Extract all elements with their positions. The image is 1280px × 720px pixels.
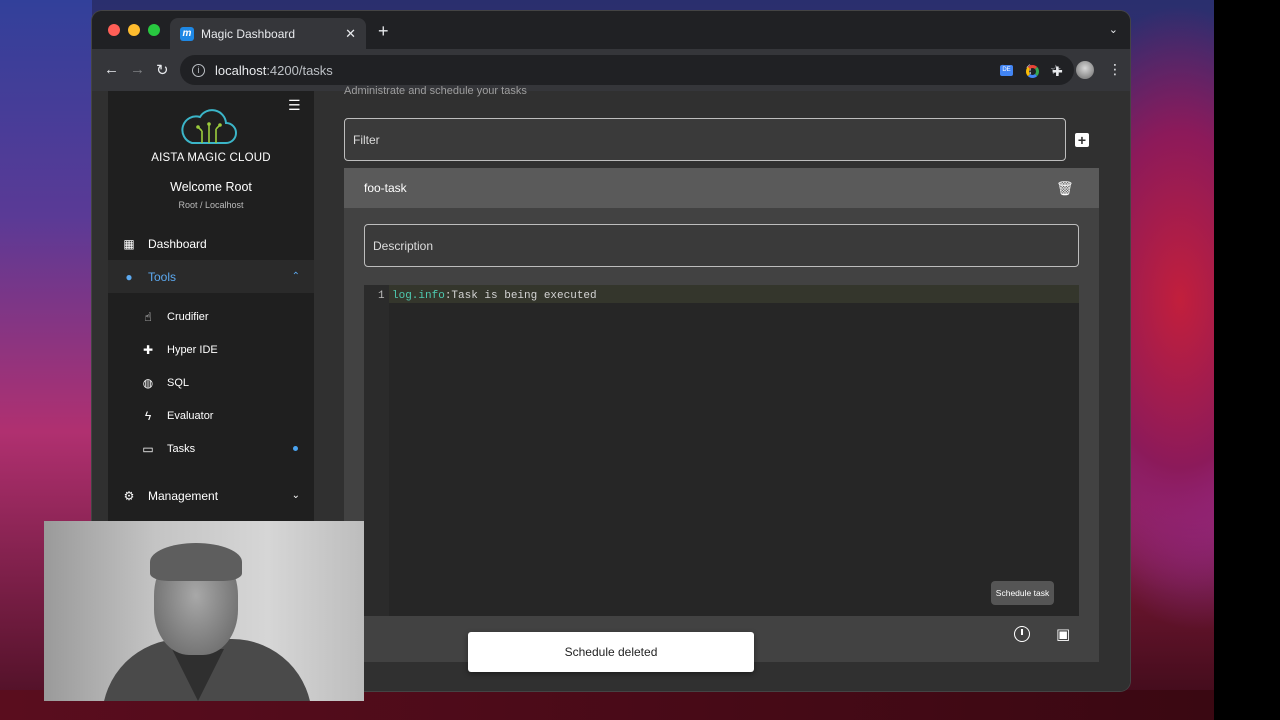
sidebar-item-evaluator[interactable]: ϟ Evaluator — [108, 399, 314, 432]
minimize-window-button[interactable] — [128, 24, 140, 36]
sidebar-item-tools[interactable]: ● Tools ⌃ — [108, 260, 314, 293]
webcam-overlay — [44, 521, 364, 701]
code-editor[interactable]: 1 log.info:Task is being executed — [364, 285, 1079, 616]
browser-toolbar: ← → ↻ i localhost:4200/tasks ⚷ ⇪ ☆ DE ✚ … — [92, 49, 1130, 91]
extension-translate-icon[interactable]: DE — [1000, 65, 1013, 76]
collapse-menu-icon[interactable]: ☰ — [288, 97, 301, 114]
welcome-text: Welcome Root — [170, 180, 252, 194]
sidebar-item-sql[interactable]: ◍ SQL — [108, 366, 314, 399]
forward-icon[interactable]: → — [130, 61, 145, 78]
hand-pointer-icon: ☝ — [144, 309, 152, 324]
add-task-button[interactable]: + — [1075, 133, 1089, 147]
letterbox-right — [1214, 0, 1280, 720]
description-input[interactable]: Description — [364, 224, 1079, 267]
delete-task-icon[interactable]: 🗑 — [1056, 180, 1074, 197]
presenter-hair — [150, 543, 242, 581]
url-text: localhost:4200/tasks — [215, 62, 333, 78]
chevron-up-icon: ⌃ — [291, 271, 300, 282]
bolt-icon: ϟ — [144, 408, 152, 423]
tab-bar: m Magic Dashboard ✕ + ⌄ — [92, 11, 1130, 49]
people-settings-icon: ⚙ — [123, 488, 135, 503]
site-info-icon[interactable]: i — [192, 63, 205, 77]
sidebar-item-crudifier[interactable]: ☝ Crudifier — [108, 300, 314, 333]
magic-favicon-icon: m — [180, 26, 194, 41]
user-context: Root / Localhost — [178, 200, 244, 210]
profile-avatar[interactable] — [1076, 61, 1094, 79]
browser-tab[interactable]: m Magic Dashboard ✕ — [170, 18, 366, 49]
dashboard-icon: ▦ — [123, 236, 135, 251]
back-icon[interactable]: ← — [104, 61, 119, 78]
close-window-button[interactable] — [108, 24, 120, 36]
sidebar-item-hyper-ide[interactable]: ✚ Hyper IDE — [108, 333, 314, 366]
task-name: foo-task — [364, 181, 407, 195]
extensions-puzzle-icon[interactable]: ✚ — [1052, 64, 1063, 80]
code-line: log.info:Task is being executed — [392, 290, 597, 302]
save-icon[interactable]: ▣ — [1056, 625, 1070, 643]
puzzle-icon: ✚ — [142, 342, 154, 357]
editor-gutter — [364, 285, 389, 616]
sidebar-item-label: Crudifier — [167, 310, 209, 323]
new-tab-icon[interactable]: + — [378, 21, 389, 42]
globe-icon: ◍ — [142, 375, 154, 390]
sidebar-item-tasks[interactable]: ▭ Tasks — [108, 432, 314, 465]
filter-input[interactable]: Filter — [344, 118, 1066, 161]
task-expansion-panel: foo-task 🗑 Description 1 log.info:Task i… — [344, 168, 1099, 662]
brand-name: AISTA MAGIC CLOUD — [151, 152, 271, 164]
line-number: 1 — [378, 290, 385, 302]
address-bar[interactable]: i localhost:4200/tasks ⚷ ⇪ ☆ — [180, 55, 1074, 85]
sidebar-item-management[interactable]: ⚙ Management ⌄ — [108, 479, 314, 512]
schedule-task-tooltip: Schedule task — [991, 581, 1054, 605]
tab-title: Magic Dashboard — [201, 26, 296, 41]
sidebar-item-label: SQL — [167, 376, 190, 389]
main-content: Administrate and schedule your tasks Fil… — [344, 85, 1114, 691]
sidebar-item-label: Tools — [148, 269, 177, 284]
active-indicator-dot — [293, 446, 298, 451]
task-panel-header[interactable]: foo-task — [344, 168, 1099, 208]
extension-color-ring-icon[interactable] — [1026, 65, 1039, 78]
chevron-down-icon: ⌄ — [291, 490, 300, 501]
sidebar-item-label: Tasks — [167, 442, 196, 455]
sidebar-item-label: Evaluator — [167, 409, 214, 422]
tab-search-chevron-icon[interactable]: ⌄ — [1109, 23, 1118, 36]
sidebar-item-dashboard[interactable]: ▦ Dashboard — [108, 227, 314, 260]
maximize-window-button[interactable] — [148, 24, 160, 36]
schedule-clock-icon[interactable] — [1014, 626, 1030, 642]
sidebar-item-label: Dashboard — [148, 236, 207, 251]
calendar-icon: ▭ — [142, 441, 154, 456]
reload-icon[interactable]: ↻ — [156, 61, 169, 79]
page-subtitle: Administrate and schedule your tasks — [344, 85, 527, 97]
sidebar-item-label: Management — [148, 488, 219, 503]
browser-menu-icon[interactable]: ⋮ — [1108, 61, 1122, 78]
cloud-logo-icon — [181, 109, 237, 144]
tools-icon: ● — [125, 269, 133, 284]
sidebar: ☰ AISTA MAGIC CLOUD Welcome Root Root / … — [108, 91, 314, 531]
sidebar-item-label: Hyper IDE — [167, 343, 218, 356]
snackbar: Schedule deleted — [468, 632, 754, 672]
close-tab-icon[interactable]: ✕ — [345, 26, 356, 42]
